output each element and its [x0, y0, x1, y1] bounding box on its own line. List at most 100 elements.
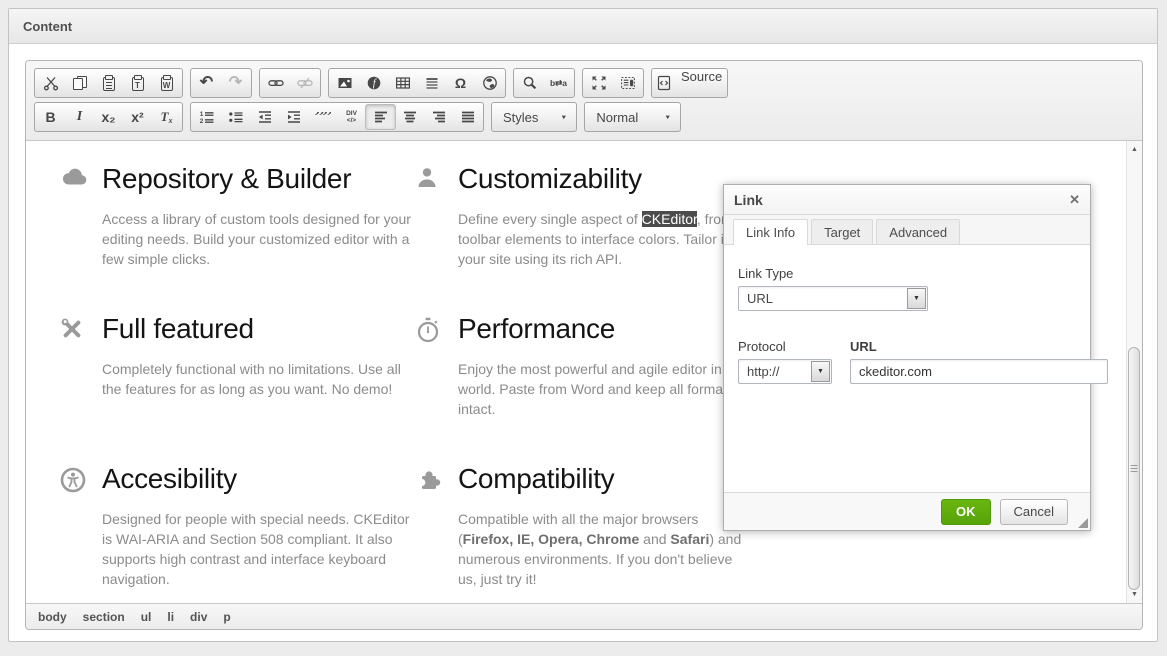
image-icon[interactable]: [330, 69, 359, 97]
toolbar-row-2: B I x₂ x² Tx 12: [34, 102, 1134, 132]
tools-icon: [60, 317, 84, 348]
section-title: Accesibility: [102, 462, 416, 496]
scrollbar-thumb[interactable]: [1128, 347, 1140, 590]
element-path-bar: body section ul li div p: [26, 603, 1142, 629]
section-accessibility: Accesibility Designed for people with sp…: [60, 462, 416, 603]
close-icon[interactable]: ✕: [1069, 192, 1080, 208]
numbered-list-icon[interactable]: 12: [192, 103, 221, 131]
dialog-resize-handle[interactable]: [1078, 518, 1088, 528]
dialog-footer: OK Cancel: [724, 492, 1090, 530]
search-icon[interactable]: [515, 69, 544, 97]
clipboard-group: T W: [34, 68, 183, 98]
path-li[interactable]: li: [167, 610, 174, 624]
undo-icon[interactable]: ↶: [192, 69, 221, 97]
user-icon: [416, 167, 438, 194]
scroll-down-icon[interactable]: ▼: [1127, 587, 1142, 602]
increase-indent-icon[interactable]: [279, 103, 308, 131]
maximize-icon[interactable]: [584, 69, 613, 97]
source-button[interactable]: Source: [681, 69, 722, 97]
source-group: Source: [651, 68, 728, 98]
div-container-icon[interactable]: DIV</>: [337, 103, 366, 131]
chevron-down-icon: ▼: [560, 114, 567, 120]
redo-icon[interactable]: ↷: [221, 69, 250, 97]
scroll-up-icon[interactable]: ▲: [1127, 142, 1142, 157]
link-icon[interactable]: [261, 69, 290, 97]
flash-icon[interactable]: f: [359, 69, 388, 97]
editing-area[interactable]: Repository & Builder Access a library of…: [26, 141, 1142, 603]
protocol-select[interactable]: http:// ▼: [738, 359, 832, 384]
remove-format-icon[interactable]: Tx: [152, 103, 181, 131]
align-center-icon[interactable]: [395, 103, 424, 131]
align-left-icon[interactable]: [366, 105, 395, 129]
panel-title: Content: [9, 9, 1157, 44]
iframe-globe-icon[interactable]: [475, 69, 504, 97]
dialog-body: Link Type URL ▼ Protocol http:// ▼: [724, 245, 1090, 492]
paste-from-word-icon[interactable]: W: [152, 69, 181, 97]
select-arrow-icon[interactable]: ▼: [907, 288, 926, 309]
protocol-field: Protocol http:// ▼: [738, 339, 832, 384]
section-title: Performance: [458, 312, 750, 346]
copy-icon[interactable]: [65, 69, 94, 97]
subscript-icon[interactable]: x₂: [94, 103, 123, 131]
section-text: Designed for people with special needs. …: [102, 509, 420, 589]
table-icon[interactable]: [388, 69, 417, 97]
vertical-scrollbar[interactable]: ▲ ▼: [1126, 141, 1142, 603]
link-dialog-header[interactable]: Link ✕: [724, 185, 1090, 215]
link-type-select[interactable]: URL ▼: [738, 286, 928, 311]
path-section[interactable]: section: [83, 610, 125, 624]
cut-icon[interactable]: [36, 69, 65, 97]
protocol-label: Protocol: [738, 339, 832, 354]
decrease-indent-icon[interactable]: [250, 103, 279, 131]
svg-text:2: 2: [199, 118, 203, 125]
section-title: Customizability: [458, 162, 750, 196]
basicstyles-group: B I x₂ x² Tx: [34, 102, 183, 132]
section-text: Completely functional with no limitation…: [102, 359, 420, 399]
url-input[interactable]: [850, 359, 1108, 384]
tab-target[interactable]: Target: [811, 219, 873, 244]
puzzle-icon: [416, 467, 442, 498]
ok-button[interactable]: OK: [941, 499, 991, 525]
toolbar-row-1: T W ↶ ↷: [34, 68, 1134, 98]
align-right-icon[interactable]: [424, 103, 453, 131]
cloud-icon: [60, 167, 88, 192]
superscript-icon[interactable]: x²: [123, 103, 152, 131]
path-ul[interactable]: ul: [141, 610, 152, 624]
unlink-icon[interactable]: [290, 69, 319, 97]
tools-group: [582, 68, 644, 98]
italic-icon[interactable]: I: [65, 103, 94, 131]
section-customizability: Customizability Define every single aspe…: [416, 162, 750, 312]
path-p[interactable]: p: [223, 610, 230, 624]
section-title: Compatibility: [458, 462, 750, 496]
stopwatch-icon: [416, 317, 440, 348]
editor-toolbar: T W ↶ ↷: [26, 61, 1142, 141]
ckeditor: T W ↶ ↷: [25, 60, 1143, 630]
section-title: Repository & Builder: [102, 162, 416, 196]
replace-icon[interactable]: b⇄a: [544, 69, 573, 97]
path-body[interactable]: body: [38, 610, 67, 624]
protocol-value: http://: [747, 364, 780, 379]
source-icon[interactable]: [653, 69, 675, 97]
paste-icon[interactable]: [94, 69, 123, 97]
section-full-featured: Full featured Completely functional with…: [60, 312, 416, 462]
cancel-button[interactable]: Cancel: [1000, 499, 1068, 525]
format-dropdown[interactable]: Normal ▼: [584, 102, 681, 132]
section-text: Access a library of custom tools designe…: [102, 209, 420, 269]
horizontal-rule-icon[interactable]: [417, 69, 446, 97]
styles-dropdown[interactable]: Styles ▼: [491, 102, 577, 132]
link-type-label: Link Type: [738, 266, 1076, 281]
styles-dropdown-label: Styles: [503, 110, 538, 125]
bulleted-list-icon[interactable]: [221, 103, 250, 131]
bold-icon[interactable]: B: [36, 103, 65, 131]
paste-as-plain-text-icon[interactable]: T: [123, 69, 152, 97]
tab-advanced[interactable]: Advanced: [876, 219, 960, 244]
tab-link-info[interactable]: Link Info: [733, 219, 808, 245]
justify-icon[interactable]: [453, 103, 482, 131]
url-field-group: URL: [850, 339, 1108, 384]
path-div[interactable]: div: [190, 610, 207, 624]
content-panel: Content T W ↶ ↷: [8, 8, 1158, 642]
show-blocks-icon[interactable]: [613, 69, 642, 97]
blockquote-icon[interactable]: ””: [308, 103, 337, 131]
special-character-icon[interactable]: Ω: [446, 69, 475, 97]
section-title: Full featured: [102, 312, 416, 346]
select-arrow-icon[interactable]: ▼: [811, 361, 830, 382]
